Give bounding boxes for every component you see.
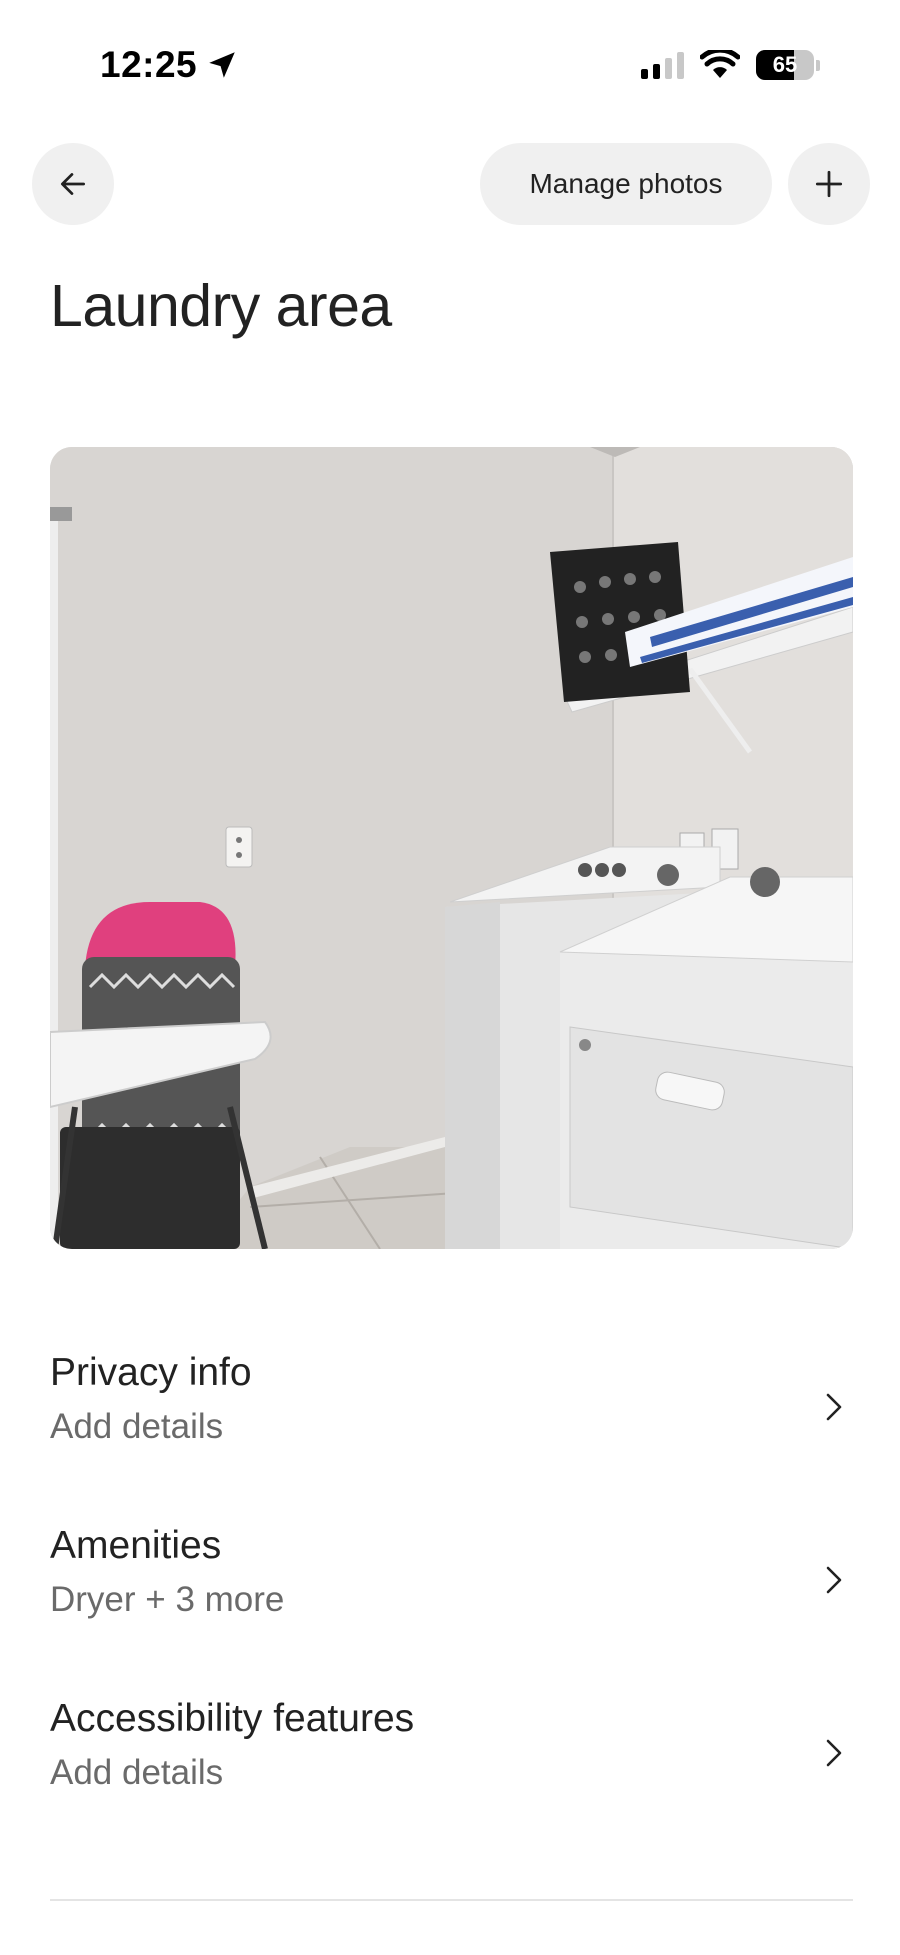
privacy-info-row[interactable]: Privacy info Add details [50,1351,853,1471]
page-title: Laundry area [50,273,392,339]
amenities-row[interactable]: Amenities Dryer + 3 more [50,1524,853,1644]
manage-photos-button[interactable]: Manage photos [480,143,772,225]
status-time: 12:25 [100,44,239,86]
chevron-right-icon [819,1733,849,1773]
divider [50,1899,853,1901]
cellular-signal-icon [641,51,684,79]
status-bar: 12:25 65 [0,0,900,130]
row-subtitle: Add details [50,1753,224,1792]
plus-icon [815,170,843,198]
back-button[interactable] [32,143,114,225]
row-title: Amenities [50,1524,222,1567]
status-indicators: 65 [641,50,820,80]
accessibility-features-row[interactable]: Accessibility features Add details [50,1697,853,1817]
battery-icon: 65 [756,50,820,80]
row-title: Privacy info [50,1351,252,1394]
laundry-room-image [50,447,853,1249]
row-subtitle: Add details [50,1407,224,1446]
arrow-left-icon [60,173,86,195]
status-time-text: 12:25 [100,44,198,85]
chevron-right-icon [819,1560,849,1600]
room-photo[interactable] [50,447,853,1249]
manage-photos-label: Manage photos [529,168,723,199]
top-nav: Manage photos [0,143,900,225]
battery-level: 65 [772,52,798,77]
row-title: Accessibility features [50,1697,415,1740]
wifi-icon [700,50,740,78]
row-subtitle: Dryer + 3 more [50,1580,285,1619]
add-photo-button[interactable] [788,143,870,225]
chevron-right-icon [819,1387,849,1427]
location-arrow-icon [209,52,235,78]
